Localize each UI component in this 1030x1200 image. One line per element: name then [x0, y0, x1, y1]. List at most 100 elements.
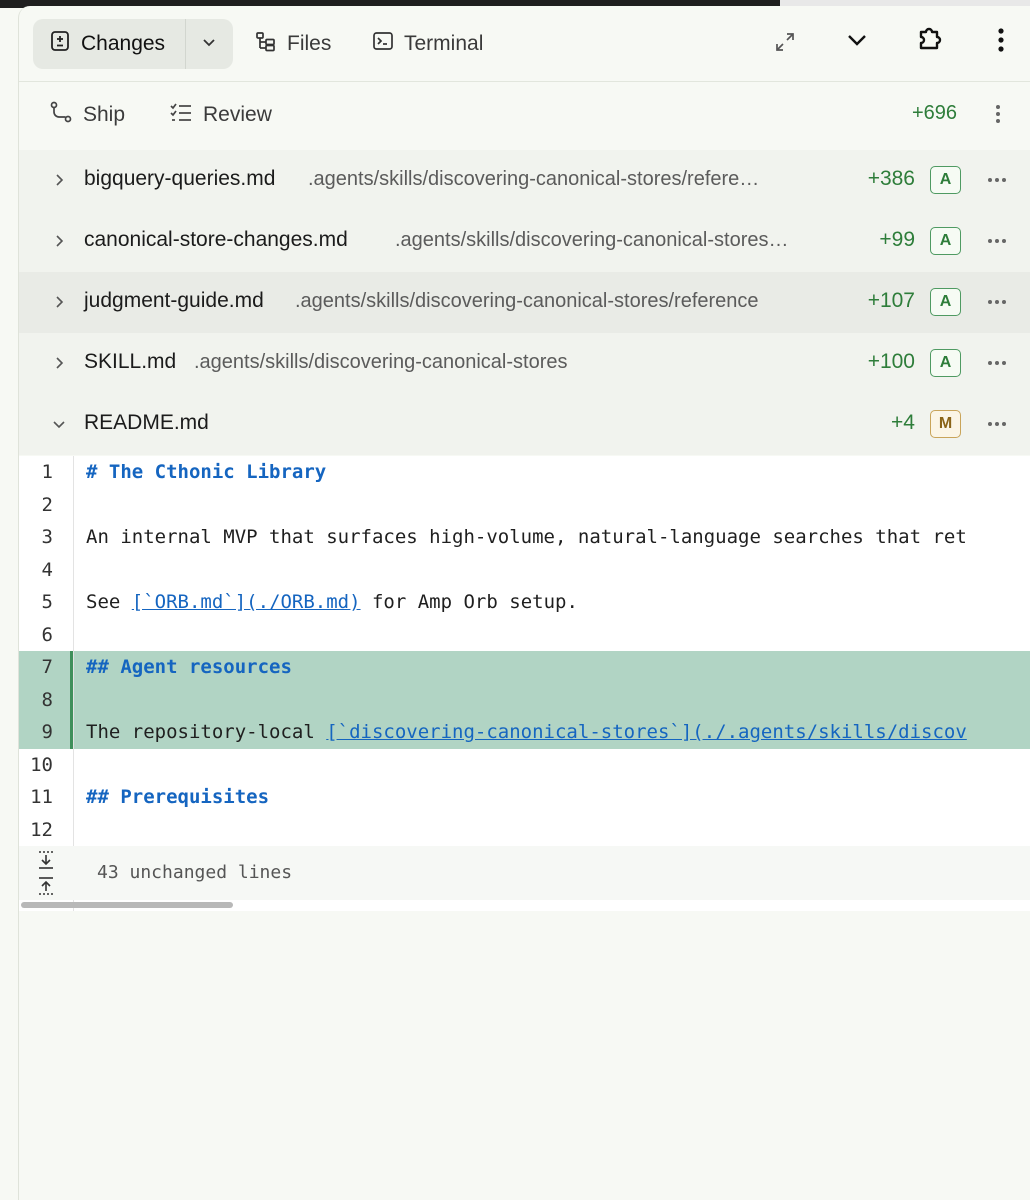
terminal-icon: [372, 30, 394, 58]
code-text: An internal MVP that surfaces high-volum…: [86, 526, 967, 548]
gutter-divider: [73, 456, 74, 911]
expand-button[interactable]: [767, 26, 803, 62]
line-number: 1: [41, 461, 53, 483]
review-label: Review: [203, 103, 272, 126]
line-number: 7: [41, 656, 53, 678]
line-text: ## Agent resources: [86, 656, 292, 678]
total-additions: +696: [911, 102, 957, 124]
chevron-down-icon: [201, 34, 217, 55]
extensions-button[interactable]: [912, 22, 948, 58]
file-more-button[interactable]: [983, 410, 1011, 438]
file-path: .agents/skills/discovering-canonical-sto…: [194, 351, 568, 373]
tab-changes-label: Changes: [81, 32, 166, 55]
file-more-button[interactable]: [983, 349, 1011, 377]
file-name: judgment-guide.md: [84, 289, 264, 312]
markdown-heading: ## Agent resources: [86, 656, 292, 678]
line-number: 4: [41, 558, 53, 581]
expand-icon: [773, 30, 797, 59]
status-badge: A: [930, 227, 961, 255]
tab-files[interactable]: Files: [255, 19, 331, 69]
chevron-down-icon[interactable]: [49, 414, 69, 434]
chevron-down-icon: [845, 28, 869, 57]
status-badge: M: [930, 410, 961, 438]
markdown-link[interactable]: [`discovering-canonical-stores`](./.agen…: [326, 721, 967, 743]
tab-changes[interactable]: Changes: [33, 19, 185, 69]
markdown-heading: # The Cthonic Library: [86, 461, 327, 483]
line-number: 2: [41, 493, 53, 516]
file-path: .agents/skills/discovering-canonical-sto…: [395, 229, 789, 251]
file-name: README.md: [84, 411, 209, 434]
chevron-right-icon[interactable]: [49, 292, 69, 312]
subbar-more-button[interactable]: [983, 100, 1013, 132]
file-row[interactable]: bigquery-queries.md .agents/skills/disco…: [19, 150, 1030, 211]
file-path: .agents/skills/discovering-canonical-sto…: [308, 168, 760, 190]
line-text: # The Cthonic Library: [86, 461, 326, 483]
line-number: 10: [30, 753, 53, 776]
file-name: SKILL.md: [84, 350, 177, 373]
file-more-button[interactable]: [983, 227, 1011, 255]
file-row-expanded[interactable]: README.md +4 M: [19, 394, 1030, 455]
changes-dropdown-button[interactable]: [186, 19, 232, 69]
chevron-right-icon[interactable]: [49, 170, 69, 190]
status-badge: A: [930, 288, 961, 316]
horizontal-scrollbar[interactable]: [21, 902, 233, 908]
code-line: 6: [19, 619, 1030, 652]
diff-code-view: 1 # The Cthonic Library 2 3 An internal MVP …: [19, 456, 1030, 911]
line-number: 6: [41, 623, 53, 646]
unchanged-lines-label: 43 unchanged lines: [97, 862, 293, 883]
collapse-button[interactable]: [839, 24, 875, 60]
changes-tab-group: Changes: [33, 19, 233, 69]
changes-subbar: Ship Review +696: [19, 82, 1030, 150]
line-number: 12: [30, 818, 53, 841]
code-line-added: 9 The repository-local [`discovering-cano…: [19, 716, 1030, 749]
file-name: bigquery-queries.md: [84, 167, 276, 190]
tab-terminal[interactable]: Terminal: [372, 19, 483, 69]
line-number: 3: [41, 526, 53, 548]
line-number: 5: [41, 591, 53, 613]
review-button[interactable]: Review: [169, 100, 272, 130]
markdown-link[interactable]: [`ORB.md`](./ORB.md): [132, 591, 361, 613]
line-text: See [`ORB.md`](./ORB.md) for Amp Orb set…: [86, 591, 578, 613]
markdown-heading: ## Prerequisites: [86, 786, 270, 808]
tab-files-label: Files: [287, 32, 332, 55]
code-line: 3 An internal MVP that surfaces high-volu…: [19, 521, 1030, 554]
more-vertical-icon: [997, 27, 1005, 58]
file-more-button[interactable]: [983, 288, 1011, 316]
expand-up-icon[interactable]: [33, 874, 59, 898]
git-branch-icon: [49, 100, 73, 130]
code-line-added: 8: [19, 683, 1030, 716]
line-text: The repository-local [`discovering-canon…: [86, 721, 967, 743]
code-text: See: [86, 591, 132, 613]
file-more-button[interactable]: [983, 166, 1011, 194]
status-badge: A: [930, 349, 961, 377]
line-text: ## Prerequisites: [86, 786, 269, 808]
chevron-right-icon[interactable]: [49, 353, 69, 373]
ship-button[interactable]: Ship: [49, 100, 125, 130]
line-number: 11: [30, 786, 53, 808]
file-path: .agents/skills/discovering-canonical-sto…: [295, 290, 759, 312]
file-row[interactable]: judgment-guide.md .agents/skills/discove…: [19, 272, 1030, 333]
file-additions: +4: [891, 411, 915, 434]
code-text: for Amp Orb setup.: [360, 591, 578, 613]
ship-label: Ship: [83, 103, 126, 126]
code-text: The repository-local: [86, 721, 327, 743]
status-badge: A: [930, 166, 961, 194]
code-line: 12: [19, 814, 1030, 847]
file-row[interactable]: SKILL.md .agents/skills/discovering-cano…: [19, 333, 1030, 394]
unchanged-lines-bar[interactable]: 43 unchanged lines: [19, 846, 1030, 900]
code-line: 4: [19, 554, 1030, 587]
expand-down-icon[interactable]: [33, 848, 59, 872]
code-line: 2: [19, 489, 1030, 522]
code-line: 1 # The Cthonic Library: [19, 456, 1030, 489]
code-line: 5 See [`ORB.md`](./ORB.md) for Amp Orb se…: [19, 586, 1030, 619]
diff-file-icon: [49, 30, 71, 58]
line-number: 8: [41, 688, 53, 711]
chevron-right-icon[interactable]: [49, 231, 69, 251]
more-options-button[interactable]: [983, 24, 1019, 60]
file-additions: +107: [867, 289, 915, 312]
file-tree-icon: [255, 30, 277, 58]
line-text: An internal MVP that surfaces high-volum…: [86, 526, 967, 548]
line-number: 9: [41, 721, 53, 743]
file-row[interactable]: canonical-store-changes.md .agents/skill…: [19, 211, 1030, 272]
changed-files-list: bigquery-queries.md .agents/skills/disco…: [19, 150, 1030, 455]
